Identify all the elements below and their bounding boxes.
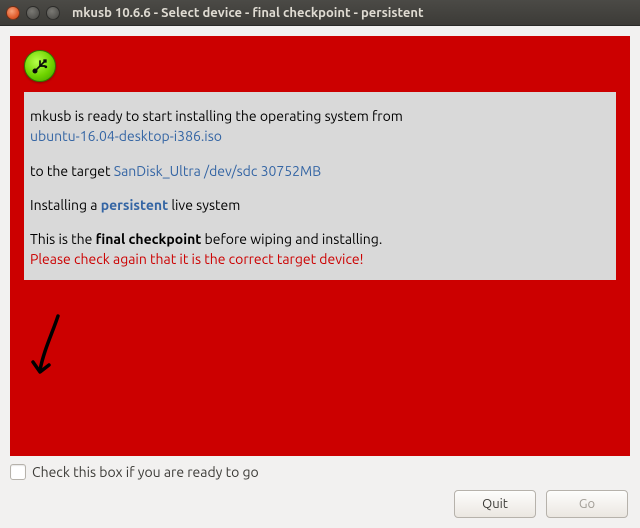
close-icon[interactable]	[6, 6, 20, 20]
quit-button[interactable]: Quit	[454, 490, 536, 518]
final-checkpoint-label: final checkpoint	[96, 231, 202, 247]
ready-checkbox-label: Check this box if you are ready to go	[32, 464, 259, 480]
target-device: SanDisk_Ultra /dev/sdc 30752MB	[114, 163, 321, 179]
msg-line4-post: before wiping and installing.	[201, 231, 382, 247]
minimize-icon[interactable]	[26, 6, 40, 20]
message-box: mkusb is ready to start installing the o…	[24, 92, 616, 280]
dialog-body: mkusb is ready to start installing the o…	[0, 26, 640, 528]
persistent-label: persistent	[101, 197, 168, 213]
iso-filename: ubuntu-16.04-desktop-i386.iso	[30, 126, 610, 146]
msg-target-line: to the target SanDisk_Ultra /dev/sdc 307…	[30, 161, 610, 181]
maximize-icon[interactable]	[46, 6, 60, 20]
button-row: Quit Go	[454, 490, 628, 518]
msg-line3-pre: Installing a	[30, 197, 101, 213]
msg-persistent-line: Installing a persistent live system	[30, 195, 610, 215]
red-panel: mkusb is ready to start installing the o…	[10, 36, 630, 456]
msg-line2-prefix: to the target	[30, 163, 114, 179]
ready-checkbox-row: Check this box if you are ready to go	[10, 464, 630, 480]
go-button[interactable]: Go	[546, 490, 628, 518]
window-title: mkusb 10.6.6 - Select device - final che…	[72, 6, 424, 20]
msg-line1: mkusb is ready to start installing the o…	[30, 106, 610, 126]
msg-checkpoint-line: This is the final checkpoint before wipi…	[30, 229, 610, 249]
ready-checkbox[interactable]	[10, 464, 26, 480]
usb-icon	[24, 50, 56, 82]
arrow-down-icon	[30, 312, 70, 385]
warning-text: Please check again that it is the correc…	[30, 249, 610, 269]
msg-line3-post: live system	[168, 197, 240, 213]
titlebar: mkusb 10.6.6 - Select device - final che…	[0, 0, 640, 26]
msg-line4-pre: This is the	[30, 231, 96, 247]
